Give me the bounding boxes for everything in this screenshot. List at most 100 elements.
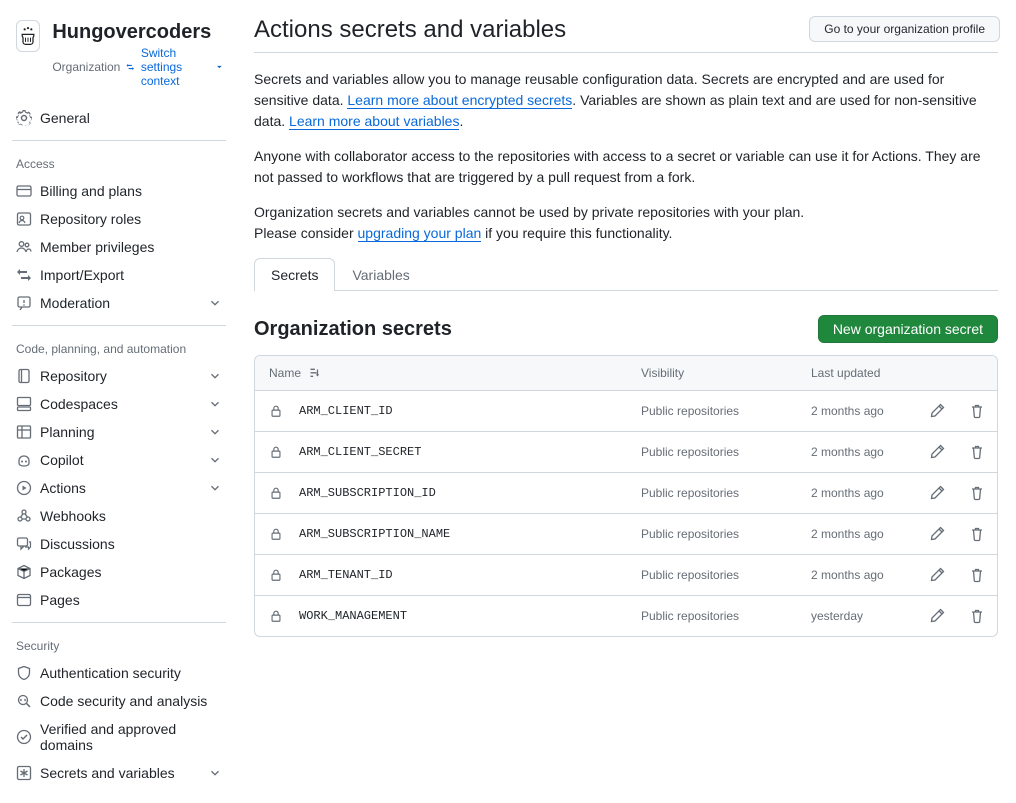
go-to-profile-button[interactable]: Go to your organization profile [809, 16, 1000, 42]
nav-item-moderation[interactable]: Moderation [8, 289, 230, 317]
table-row: ARM_CLIENT_IDPublic repositories2 months… [255, 391, 997, 432]
col-visibility-header: Visibility [627, 356, 797, 390]
pencil-icon [929, 403, 945, 419]
delete-button[interactable] [969, 403, 985, 419]
delete-button[interactable] [969, 444, 985, 460]
lock-icon [269, 527, 283, 541]
nav-item-planning[interactable]: Planning [8, 418, 230, 446]
nav-item-actions[interactable]: Actions [8, 474, 230, 502]
nav-item-code-security-and-analysis[interactable]: Code security and analysis [8, 687, 230, 715]
nav-item-billing-and-plans[interactable]: Billing and plans [8, 177, 230, 205]
col-updated-header: Last updated [797, 356, 917, 390]
delete-button[interactable] [969, 485, 985, 501]
nav-item-repository[interactable]: Repository [8, 362, 230, 390]
secret-name: ARM_CLIENT_SECRET [299, 445, 421, 459]
copilot-icon [16, 452, 32, 468]
shield-icon [16, 665, 32, 681]
trash-icon [969, 567, 985, 583]
nav-heading: Code, planning, and automation [8, 334, 230, 362]
nav-item-copilot[interactable]: Copilot [8, 446, 230, 474]
nav-general[interactable]: General [8, 104, 230, 132]
chevron-down-icon [208, 397, 222, 411]
org-avatar-icon [18, 26, 38, 46]
pencil-icon [929, 526, 945, 542]
codespaces-icon [16, 396, 32, 412]
sort-icon[interactable] [307, 366, 321, 380]
trash-icon [969, 403, 985, 419]
nav-item-verified-and-approved-domains[interactable]: Verified and approved domains [8, 715, 230, 759]
nav-item-webhooks[interactable]: Webhooks [8, 502, 230, 530]
learn-secrets-link[interactable]: Learn more about encrypted secrets [347, 92, 572, 109]
secret-name: ARM_SUBSCRIPTION_NAME [299, 527, 450, 541]
chevron-down-icon [208, 296, 222, 310]
browser-icon [16, 592, 32, 608]
nav-item-packages[interactable]: Packages [8, 558, 230, 586]
delete-button[interactable] [969, 526, 985, 542]
secret-visibility: Public repositories [627, 515, 797, 553]
gear-icon [16, 110, 32, 126]
caret-down-icon [217, 63, 222, 71]
secret-updated: yesterday [797, 597, 917, 635]
org-avatar [16, 20, 40, 52]
chevron-down-icon [208, 481, 222, 495]
switch-context-link[interactable]: Switch settings context [141, 46, 222, 88]
col-name-header[interactable]: Name [269, 366, 301, 380]
delete-button[interactable] [969, 567, 985, 583]
nav-item-codespaces[interactable]: Codespaces [8, 390, 230, 418]
secret-name: ARM_TENANT_ID [299, 568, 393, 582]
chevron-down-icon [208, 766, 222, 780]
swap-icon [126, 60, 134, 74]
new-secret-button[interactable]: New organization secret [818, 315, 998, 343]
nav-item-pages[interactable]: Pages [8, 586, 230, 614]
secret-updated: 2 months ago [797, 474, 917, 512]
org-header: Hungovercoders Organization Switch setti… [8, 16, 230, 104]
delete-button[interactable] [969, 608, 985, 624]
people-icon [16, 239, 32, 255]
upgrade-plan-link[interactable]: upgrading your plan [358, 225, 482, 242]
secret-updated: 2 months ago [797, 392, 917, 430]
report-icon [16, 295, 32, 311]
webhook-icon [16, 508, 32, 524]
secret-visibility: Public repositories [627, 556, 797, 594]
chevron-down-icon [208, 453, 222, 467]
tab-variables[interactable]: Variables [335, 258, 426, 291]
edit-button[interactable] [929, 485, 945, 501]
nav-item-secrets-and-variables[interactable]: Secrets and variables [8, 759, 230, 787]
sidebar: Hungovercoders Organization Switch setti… [0, 0, 230, 803]
nav-heading: Security [8, 631, 230, 659]
asterisk-icon [16, 765, 32, 781]
discussion-icon [16, 536, 32, 552]
lock-icon [269, 609, 283, 623]
tabs: Secrets Variables [254, 258, 998, 291]
table-icon [16, 424, 32, 440]
nav-item-repository-roles[interactable]: Repository roles [8, 205, 230, 233]
nav-heading: Access [8, 149, 230, 177]
pencil-icon [929, 567, 945, 583]
trash-icon [969, 485, 985, 501]
pencil-icon [929, 444, 945, 460]
nav-item-member-privileges[interactable]: Member privileges [8, 233, 230, 261]
nav-item-import-export[interactable]: Import/Export [8, 261, 230, 289]
secret-name: ARM_SUBSCRIPTION_ID [299, 486, 436, 500]
edit-button[interactable] [929, 526, 945, 542]
edit-button[interactable] [929, 403, 945, 419]
section-title: Organization secrets [254, 318, 452, 341]
pencil-icon [929, 608, 945, 624]
card-icon [16, 183, 32, 199]
secret-visibility: Public repositories [627, 597, 797, 635]
edit-button[interactable] [929, 444, 945, 460]
nav-item-authentication-security[interactable]: Authentication security [8, 659, 230, 687]
table-row: WORK_MANAGEMENT Public repositoriesyester… [255, 596, 997, 636]
secret-updated: 2 months ago [797, 515, 917, 553]
verified-icon [16, 729, 32, 745]
tab-secrets[interactable]: Secrets [254, 258, 335, 291]
lock-icon [269, 486, 283, 500]
edit-button[interactable] [929, 608, 945, 624]
table-row: ARM_SUBSCRIPTION_IDPublic repositories2 … [255, 473, 997, 514]
secret-updated: 2 months ago [797, 556, 917, 594]
edit-button[interactable] [929, 567, 945, 583]
secret-name: WORK_MANAGEMENT [299, 609, 407, 623]
nav-item-discussions[interactable]: Discussions [8, 530, 230, 558]
learn-variables-link[interactable]: Learn more about variables [289, 113, 459, 130]
lock-icon [269, 445, 283, 459]
